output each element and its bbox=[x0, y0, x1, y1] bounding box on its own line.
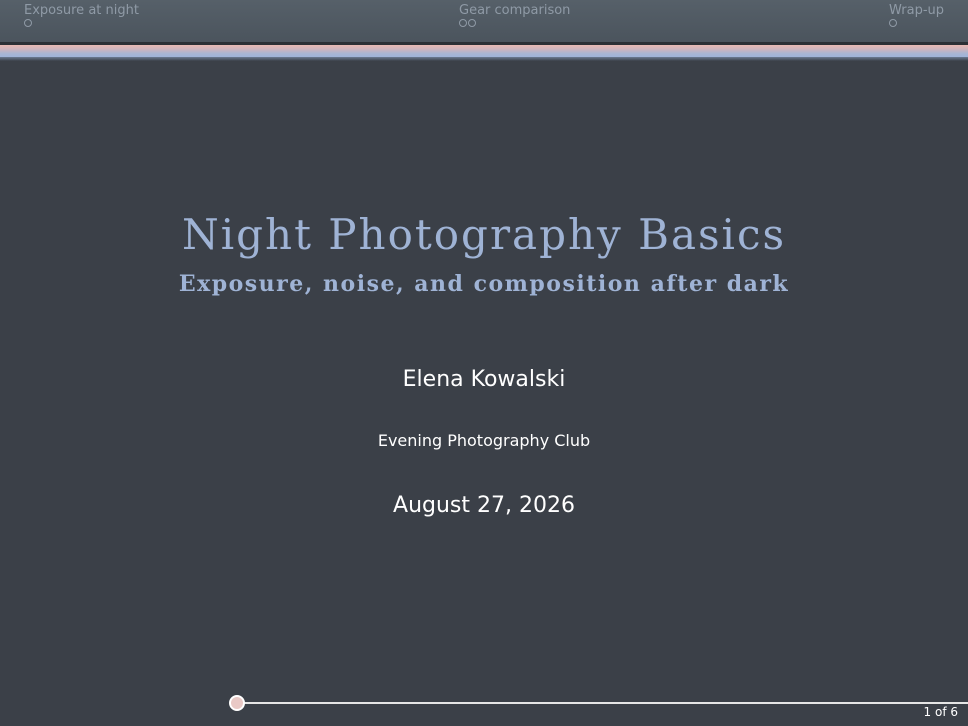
author-name: Elena Kowalski bbox=[402, 367, 566, 392]
progress-knob-icon[interactable] bbox=[229, 695, 245, 711]
section-navbar: Exposure at night Gear comparison Wrap-u… bbox=[0, 0, 968, 42]
nav-frame-dots bbox=[24, 19, 139, 31]
frame-dot-icon[interactable] bbox=[24, 19, 32, 27]
frame-dot-icon[interactable] bbox=[459, 19, 467, 27]
presentation-date: August 27, 2026 bbox=[393, 493, 575, 518]
nav-section-label: Gear comparison bbox=[459, 3, 571, 18]
page-counter: 1 of 6 bbox=[923, 705, 958, 719]
frame-dot-icon[interactable] bbox=[468, 19, 476, 27]
institute-name: Evening Photography Club bbox=[377, 431, 591, 450]
slide: Exposure at night Gear comparison Wrap-u… bbox=[0, 0, 968, 726]
nav-section-label: Exposure at night bbox=[24, 3, 139, 18]
nav-section-label: Wrap-up bbox=[888, 3, 944, 18]
nav-section-wrap-up[interactable]: Wrap-up bbox=[888, 3, 944, 31]
slide-title: Night Photography Basics bbox=[181, 210, 787, 259]
slide-subtitle: Exposure, noise, and composition after d… bbox=[178, 271, 790, 297]
nav-frame-dots bbox=[888, 19, 944, 31]
header-band-fade bbox=[0, 57, 968, 61]
progress-bar-track bbox=[236, 702, 968, 704]
frame-dot-icon[interactable] bbox=[888, 19, 897, 27]
nav-section-gear-comparison[interactable]: Gear comparison bbox=[459, 3, 570, 31]
nav-frame-dots bbox=[459, 19, 570, 31]
header-gradient-band bbox=[0, 45, 968, 57]
nav-section-exposure-at-night[interactable]: Exposure at night bbox=[24, 3, 139, 31]
